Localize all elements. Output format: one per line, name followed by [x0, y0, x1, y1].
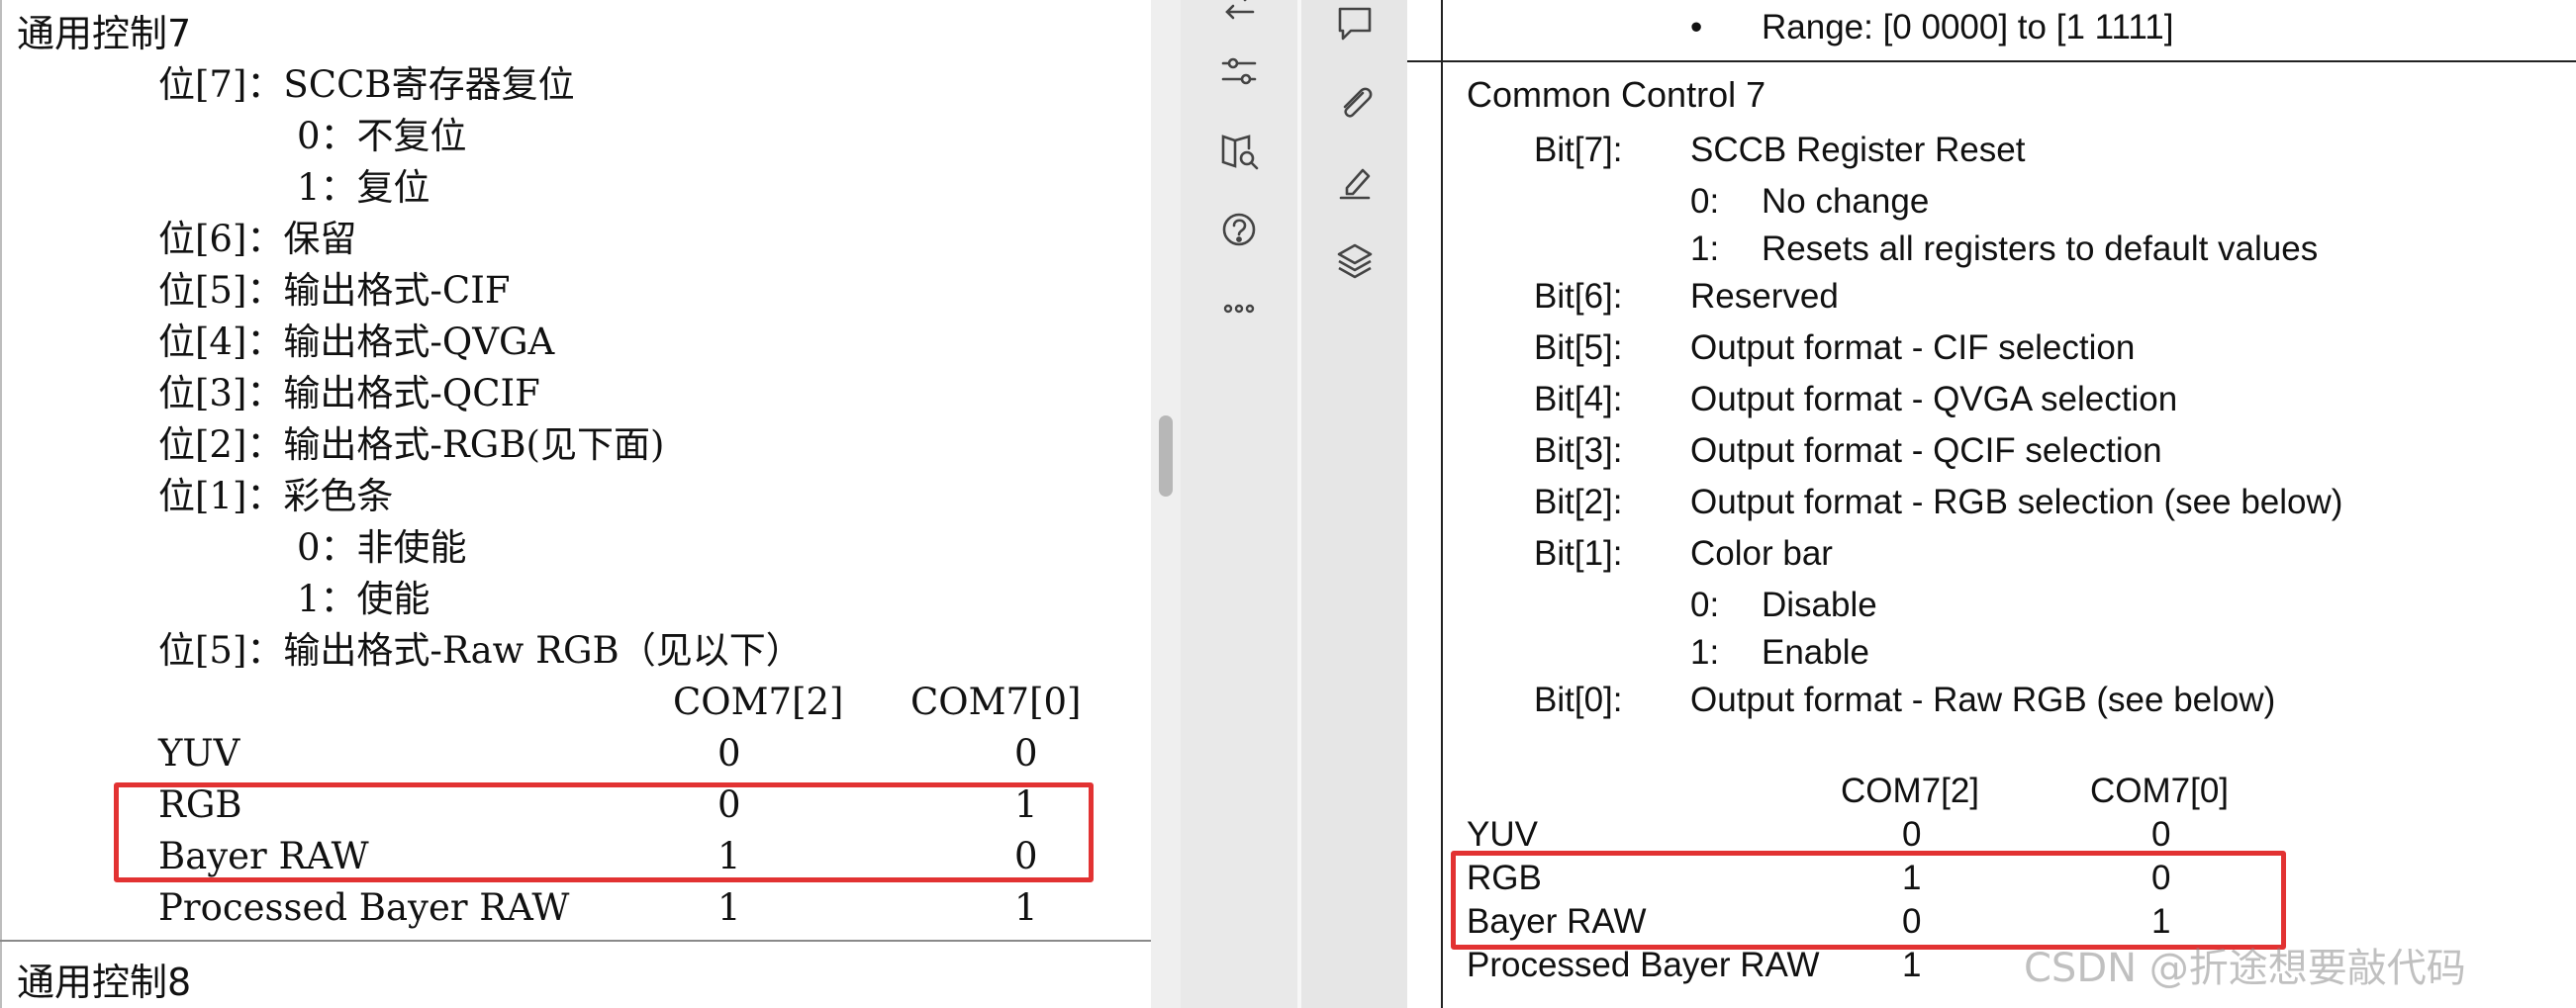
swap-arrows-icon[interactable] [1215, 0, 1263, 26]
bit-label: Bit[1]: [1534, 534, 1623, 573]
option-desc: Disable [1762, 586, 1877, 624]
bit-7-opt-0: 0：不复位 [297, 115, 467, 157]
bit-5-label: 位[5]：输出格式-CIF [158, 269, 511, 312]
bit-1-opt-1: 1：使能 [297, 578, 430, 620]
left-border [1441, 0, 1443, 1008]
option-num: 0: [1690, 182, 1720, 221]
bit-label: Bit[7]: [1534, 131, 1623, 169]
table-cell-com7-0: 0 [1014, 732, 1038, 775]
table-header-com7-2: COM7[2] [673, 681, 844, 723]
bit-desc: Output format - Raw RGB (see below) [1690, 681, 2276, 719]
bit-desc: Output format - RGB selection (see below… [1690, 483, 2343, 521]
section-divider [1407, 60, 2576, 62]
chinese-doc-pane: 通用控制7 位[7]：SCCB寄存器复位 0：不复位 1：复位 位[6]：保留 … [0, 0, 1151, 1008]
bit-7-opt-1: 1：复位 [297, 166, 430, 209]
more-dots-icon[interactable] [1215, 285, 1263, 332]
option-num: 1: [1690, 229, 1720, 268]
bit-label: Bit[6]: [1534, 277, 1623, 316]
bit-6-label: 位[6]：保留 [158, 218, 357, 260]
option-num: 1: [1690, 633, 1720, 672]
range-text: Range: [0 0000] to [1 1111] [1762, 8, 2174, 46]
bit-label: Bit[4]: [1534, 380, 1623, 418]
book-search-icon[interactable] [1215, 127, 1263, 174]
table-cell-com7-0: 1 [1014, 886, 1038, 929]
english-datasheet-pane: • Range: [0 0000] to [1 1111] Common Con… [1407, 0, 2576, 1008]
table-row-name: Processed Bayer RAW [158, 886, 570, 929]
help-circle-icon[interactable] [1215, 206, 1263, 253]
register-title: Common Control 7 [1467, 74, 1766, 115]
section-divider [0, 940, 1151, 942]
table-cell-com7-2: 1 [717, 886, 741, 929]
table-header-com7-0: COM7[0] [910, 681, 1082, 723]
comment-icon[interactable] [1331, 0, 1379, 47]
bit-1-opt-0: 0：非使能 [297, 526, 467, 569]
table-cell-com7-2: 0 [717, 732, 741, 775]
option-desc: Resets all registers to default values [1762, 229, 2319, 268]
highlight-box-right [1451, 851, 2286, 950]
bit-7-label: 位[7]：SCCB寄存器复位 [158, 63, 575, 106]
bit-2-label: 位[2]：输出格式-RGB(见下面) [158, 423, 665, 466]
option-desc: No change [1762, 182, 1930, 221]
toolbar-left [1181, 0, 1297, 1008]
paperclip-icon[interactable] [1331, 79, 1379, 127]
sliders-icon[interactable] [1215, 47, 1263, 95]
table-cell-com7-2: 1 [1902, 946, 1922, 984]
bullet: • [1690, 8, 1703, 46]
option-desc: Enable [1762, 633, 1869, 672]
doc-title: 通用控制7 [17, 12, 192, 55]
bit-desc: Color bar [1690, 534, 1833, 573]
bit-3-label: 位[3]：输出格式-QCIF [158, 372, 540, 414]
table-header-com7-2: COM7[2] [1841, 772, 1980, 810]
bit-0-label: 位[5]：输出格式-Raw RGB（见以下） [158, 629, 803, 672]
bit-4-label: 位[4]：输出格式-QVGA [158, 321, 555, 363]
option-num: 0: [1690, 586, 1720, 624]
highlight-box-left [114, 782, 1094, 882]
bit-desc: Output format - QCIF selection [1690, 431, 2162, 470]
bit-desc: Output format - QVGA selection [1690, 380, 2178, 418]
toolbar-right [1301, 0, 1407, 1008]
bit-label: Bit[2]: [1534, 483, 1623, 521]
bit-label: Bit[5]: [1534, 328, 1623, 367]
table-row-name: Processed Bayer RAW [1467, 946, 1820, 984]
bit-label: Bit[3]: [1534, 431, 1623, 470]
bit-label: Bit[0]: [1534, 681, 1623, 719]
bit-desc: Output format - CIF selection [1690, 328, 2136, 367]
bit-desc: Reserved [1690, 277, 1839, 316]
left-border [0, 0, 2, 1008]
scrollbar-thumb[interactable] [1159, 415, 1173, 497]
bit-desc: SCCB Register Reset [1690, 131, 2026, 169]
table-row-name: YUV [158, 732, 240, 775]
bit-1-label: 位[1]：彩色条 [158, 475, 394, 517]
csdn-watermark: CSDN @折途想要敲代码 [2024, 946, 2466, 991]
layers-icon[interactable] [1331, 237, 1379, 285]
next-section-title: 通用控制8 [17, 961, 192, 1004]
scrollbar-track[interactable] [1151, 0, 1181, 1008]
table-header-com7-0: COM7[0] [2090, 772, 2230, 810]
pen-sign-icon[interactable] [1331, 158, 1379, 206]
